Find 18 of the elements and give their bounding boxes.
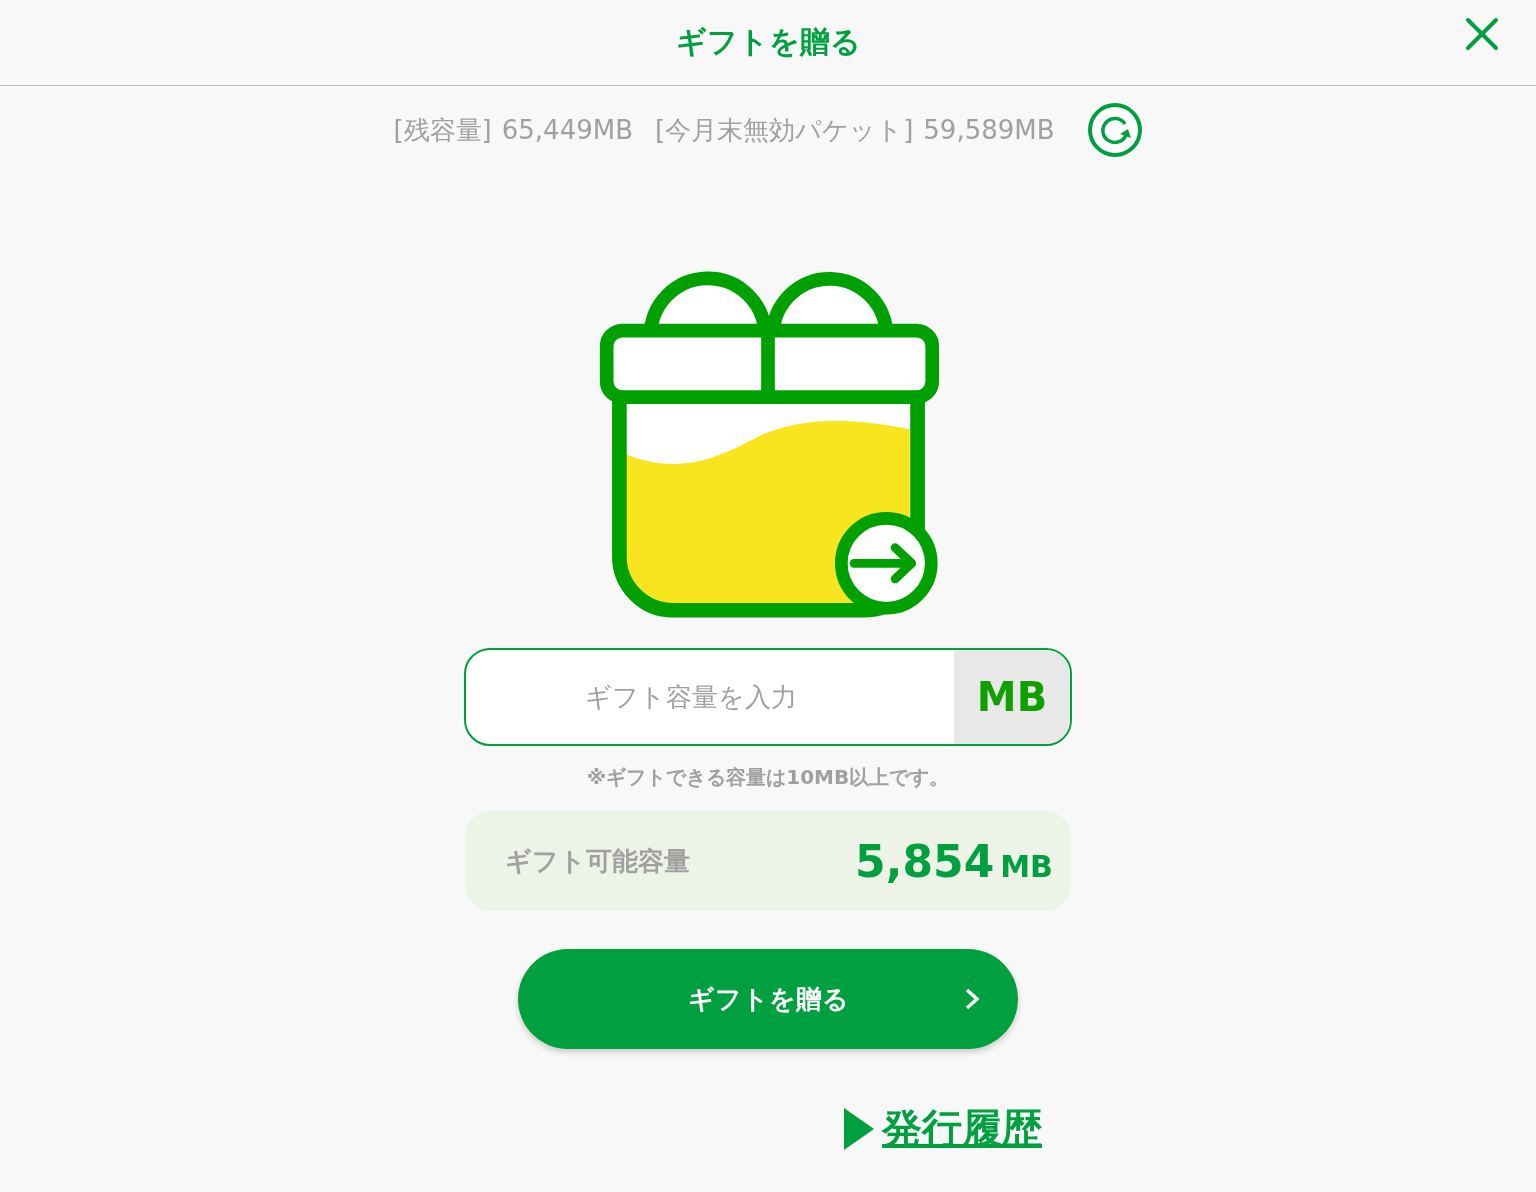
send-gift-button[interactable]: ギフトを贈る [518, 949, 1018, 1049]
refresh-button[interactable] [1086, 102, 1143, 158]
available-label: ギフト可能容量 [505, 844, 690, 878]
expiring-label: [今月末無効パケット] [655, 113, 914, 147]
history-link[interactable]: 発行履歴 [882, 1101, 1042, 1156]
gift-amount-field[interactable]: ギフト容量を入力 [466, 650, 954, 744]
chevron-right-icon [964, 987, 980, 1011]
play-icon [844, 1107, 874, 1150]
remaining-label: [残容量] [393, 113, 492, 147]
amount-entry-field[interactable]: ギフト容量を入力 MB [464, 648, 1072, 746]
minimum-note: ※ギフトできる容量は10MB以上です。 [586, 764, 950, 791]
expiring-value: 59,589MB [923, 115, 1055, 145]
remaining-value: 65,449MB [501, 115, 633, 145]
available-value: 5,854 [855, 835, 995, 887]
available-unit: MB [1000, 848, 1053, 884]
unit-label: MB [954, 650, 1070, 744]
close-button[interactable] [1464, 16, 1500, 52]
page-title: ギフトを贈る [675, 23, 861, 61]
